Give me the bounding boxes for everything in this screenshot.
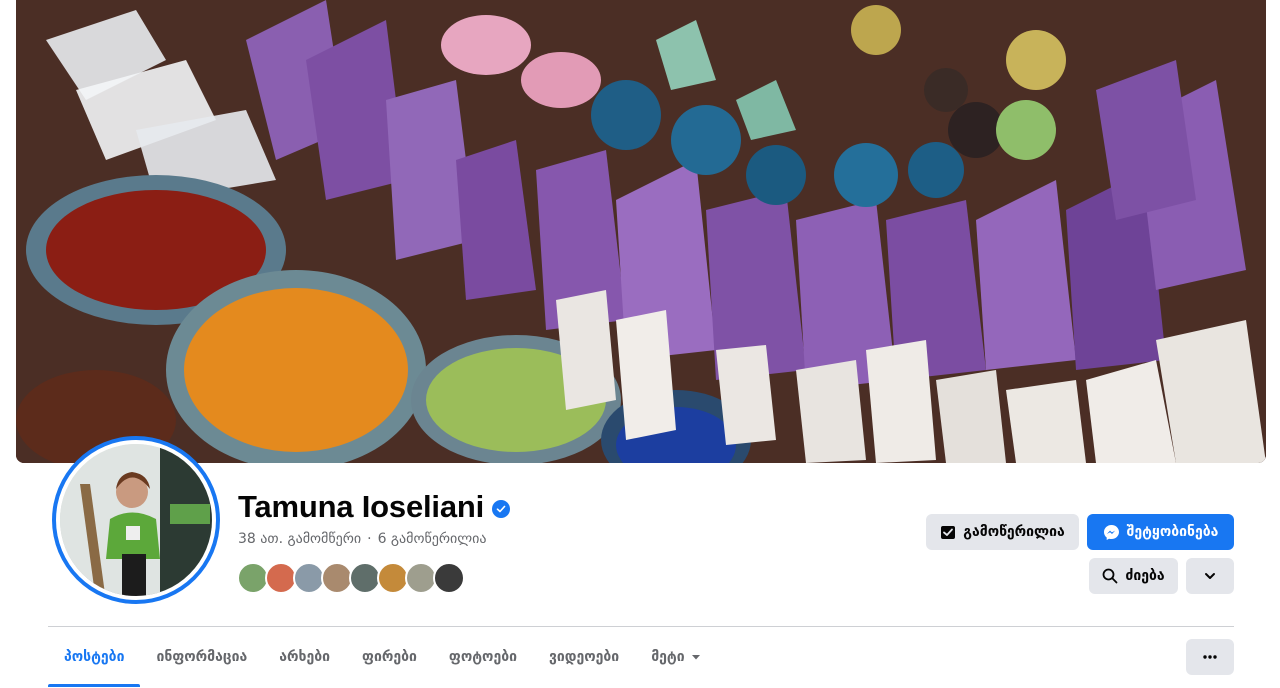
cover-photo-image	[16, 0, 1266, 463]
followers-count[interactable]: 38 ათ. გამომწერი	[238, 531, 361, 547]
tab-about[interactable]: ინფორმაცია	[140, 627, 263, 687]
more-dots-icon	[1203, 655, 1217, 659]
tab-label: ვიდეოები	[549, 649, 620, 665]
search-label: ძიება	[1125, 568, 1165, 584]
avatar-photo	[60, 444, 212, 596]
profile-menu-button[interactable]	[1186, 558, 1234, 594]
messenger-icon	[1103, 524, 1119, 540]
tab-photos[interactable]: ფოტოები	[433, 627, 533, 687]
avatar-border	[56, 440, 216, 600]
search-icon	[1102, 568, 1118, 584]
tab-more[interactable]: მეტი	[635, 627, 716, 687]
following-check-icon	[941, 526, 956, 539]
following-count[interactable]: 6 გამოწერილია	[378, 531, 487, 547]
tab-label: პოსტები	[64, 649, 125, 665]
cover-photo[interactable]	[16, 0, 1266, 463]
message-label: შეტყობინება	[1126, 524, 1219, 540]
tab-label: არხები	[279, 649, 331, 665]
profile-stats: 38 ათ. გამომწერი · 6 გამოწერილია	[238, 531, 487, 547]
profile-page: Tamuna Ioseliani 38 ათ. გამომწერი · 6 გა…	[0, 0, 1280, 688]
verified-badge-icon[interactable]	[492, 500, 511, 518]
profile-tabs: პოსტები ინფორმაცია არხები ფირები ფოტოები…	[48, 627, 717, 688]
more-options-button[interactable]	[1186, 639, 1234, 675]
avatar-photo-image	[60, 444, 212, 596]
search-button[interactable]: ძიება	[1089, 558, 1178, 594]
following-button[interactable]: გამოწერილია	[926, 514, 1079, 550]
tab-label: ინფორმაცია	[156, 649, 248, 665]
profile-name[interactable]: Tamuna Ioseliani	[238, 489, 484, 525]
following-label: გამოწერილია	[963, 524, 1065, 540]
tab-label: ფოტოები	[448, 649, 517, 665]
tab-channels[interactable]: არხები	[263, 627, 346, 687]
mutual-friends-avatars	[237, 562, 465, 594]
caret-down-icon	[691, 655, 700, 660]
checkmark-icon	[496, 505, 506, 513]
tab-videos[interactable]: ვიდეოები	[533, 627, 635, 687]
profile-name-row: Tamuna Ioseliani	[238, 489, 511, 525]
tab-posts[interactable]: პოსტები	[48, 627, 141, 687]
tab-label: მეტი	[651, 649, 685, 665]
tab-label: ფირები	[362, 649, 417, 665]
profile-avatar[interactable]	[52, 436, 220, 604]
friend-avatar[interactable]	[433, 562, 465, 594]
chevron-down-icon	[1205, 573, 1215, 579]
message-button[interactable]: შეტყობინება	[1087, 514, 1234, 550]
tab-reels[interactable]: ფირები	[346, 627, 433, 687]
stats-separator: ·	[367, 531, 372, 547]
